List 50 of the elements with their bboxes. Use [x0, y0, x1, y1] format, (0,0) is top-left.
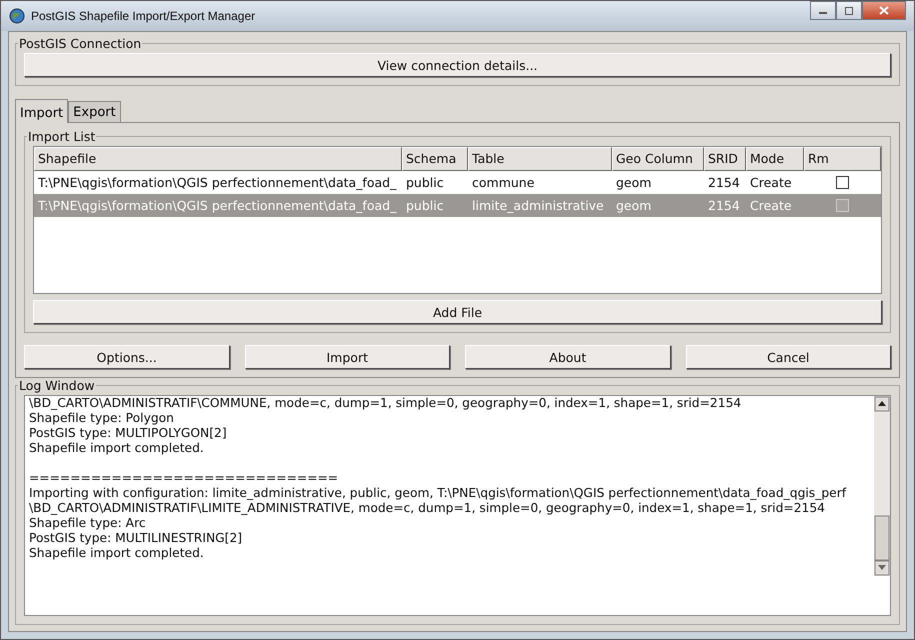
log-line: Shapefile import completed. — [29, 441, 205, 456]
log-line: Shapefile type: Polygon — [29, 411, 175, 426]
table-cell-text: public — [405, 198, 445, 213]
table-cell-text: 2154 — [707, 175, 741, 190]
minimize-button[interactable] — [810, 1, 836, 20]
add-file-button[interactable]: Add File — [33, 300, 882, 324]
column-header[interactable]: Schema — [402, 147, 468, 171]
log-line: ============================== — [29, 471, 340, 486]
table-row[interactable]: T:\PNE\qgis\formation\QGIS perfectionnement\data_foad_ public commune geom 2154 Create — [34, 171, 881, 194]
log-line: Shapefile import completed. — [29, 546, 205, 561]
remove-checkbox[interactable] — [836, 176, 849, 189]
table-cell-text: T:\PNE\qgis\formation\QGIS perfectionnement\data_foad_ — [37, 198, 398, 213]
group-title: Log Window — [18, 378, 96, 393]
log-line: PostGIS type: MULTIPOLYGON[2] — [29, 426, 228, 441]
table-cell-text: limite_administrative — [471, 198, 605, 213]
column-header[interactable]: Shapefile — [34, 147, 402, 171]
log-line: Importing with configuration: limite_administrative, public, geom, T:\PNE\qgis\formation\QGIS perfectionnement\data_foad_qgis_perf — [29, 486, 848, 501]
view-connection-button[interactable]: View connection details... — [24, 53, 891, 77]
table-cell-text: 2154 — [707, 198, 741, 213]
column-header[interactable]: SRID — [704, 147, 746, 171]
globe-icon — [9, 8, 25, 24]
scrollbar-drawing[interactable] — [874, 396, 890, 576]
log-line: PostGIS type: MULTILINESTRING[2] — [29, 531, 244, 546]
column-header[interactable]: Rm — [804, 147, 881, 171]
log-line: \BD_CARTO\ADMINISTRATIF\LIMITE_ADMINISTRATIVE, mode=c, dump=1, simple=0, geography=0, index=1, shape=1, srid=2154 — [29, 501, 826, 516]
action-button[interactable]: Import — [244, 345, 450, 369]
maximize-button[interactable] — [836, 1, 862, 20]
table-cell-text: commune — [471, 175, 536, 190]
action-button[interactable]: About — [465, 345, 670, 369]
window-title: PostGIS Shapefile Import/Export Manager — [31, 9, 256, 23]
tab[interactable]: Export — [68, 101, 121, 122]
table-cell-text: Create — [749, 198, 793, 213]
tab[interactable]: Import — [15, 99, 68, 123]
column-header[interactable]: Table — [468, 147, 612, 171]
table-cell-text: Create — [749, 175, 793, 190]
column-header[interactable]: Mode — [746, 147, 804, 171]
table-cell-text: geom — [615, 198, 652, 213]
maximize-icon — [844, 6, 854, 14]
close-button[interactable] — [862, 1, 906, 20]
log-line: \BD_CARTO\ADMINISTRATIF\COMMUNE, mode=c, dump=1, simple=0, geography=0, index=1, shape=1, srid=2154 — [29, 396, 742, 411]
column-header[interactable]: Geo Column — [612, 147, 704, 171]
table-cell-text: T:\PNE\qgis\formation\QGIS perfectionnement\data_foad_ — [37, 175, 398, 190]
table-cell-text: geom — [615, 175, 652, 190]
action-button[interactable]: Cancel — [686, 345, 891, 369]
group-title: PostGIS Connection — [18, 36, 142, 51]
table-cell-text: public — [405, 175, 445, 190]
group-title: Import List — [27, 129, 96, 144]
log-line: Shapefile type: Arc — [29, 516, 147, 531]
close-icon — [879, 6, 889, 15]
action-button[interactable]: Options... — [24, 345, 230, 369]
